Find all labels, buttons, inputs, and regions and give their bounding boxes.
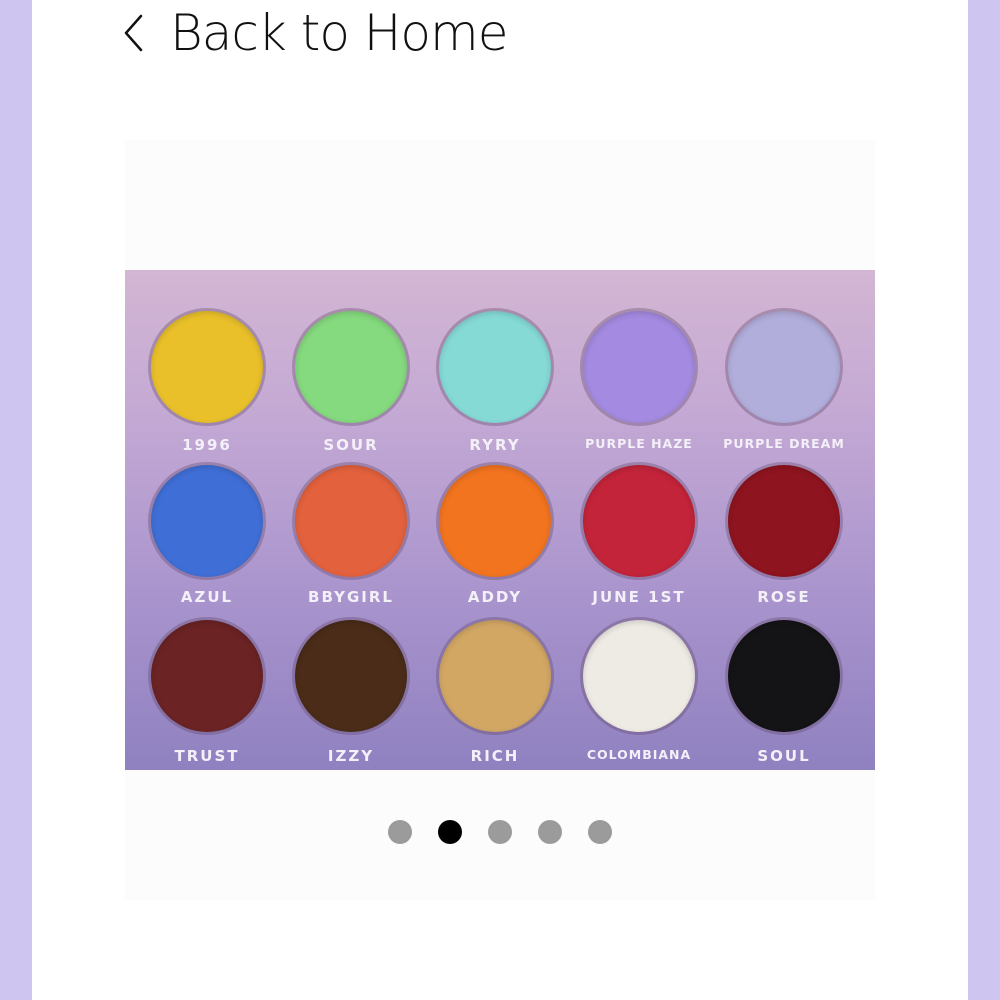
shade-name-label: Bbygirl xyxy=(308,588,394,606)
shade-name-label: Azul xyxy=(180,588,234,606)
shade-pan xyxy=(151,620,263,732)
shade-name-label: Soul xyxy=(757,747,811,765)
screen: Back to Home 1996 Sour RyRy Purple Haze Purp… xyxy=(32,0,968,1000)
carousel-dot[interactable] xyxy=(588,820,612,844)
shade-name-label: Purple Dream xyxy=(723,436,845,451)
shade-pan xyxy=(439,311,551,423)
shade-pan xyxy=(728,620,840,732)
shade-pan xyxy=(728,311,840,423)
shade-name-label: Rich xyxy=(470,747,520,765)
shade-name-label: 1996 xyxy=(182,436,232,454)
shade-pan xyxy=(583,620,695,732)
shade-pan xyxy=(583,311,695,423)
shade-pan xyxy=(295,465,407,577)
shade-pan xyxy=(151,465,263,577)
shade-name-label: Addy xyxy=(467,588,523,606)
shade-pan xyxy=(295,620,407,732)
shade-pan xyxy=(151,311,263,423)
carousel-dot[interactable] xyxy=(388,820,412,844)
shade-name-label: Trust xyxy=(174,747,240,765)
back-to-home-link[interactable]: Back to Home xyxy=(122,4,508,62)
shade-pan xyxy=(583,465,695,577)
carousel-dot[interactable] xyxy=(438,820,462,844)
shade-name-label: June 1st xyxy=(592,588,686,606)
chevron-left-icon xyxy=(122,13,144,53)
carousel-dot[interactable] xyxy=(488,820,512,844)
shade-name-label: RyRy xyxy=(469,436,521,454)
carousel-dot[interactable] xyxy=(538,820,562,844)
carousel-pagination xyxy=(125,820,875,844)
product-image-carousel[interactable]: 1996 Sour RyRy Purple Haze Purple Dream Azul B… xyxy=(125,140,875,900)
shade-pan xyxy=(728,465,840,577)
shade-pan xyxy=(295,311,407,423)
shade-name-label: Sour xyxy=(323,436,379,454)
shade-name-label: Purple Haze xyxy=(585,436,693,451)
shade-name-label: Colombiana xyxy=(586,747,692,762)
shade-pan xyxy=(439,465,551,577)
back-link-label: Back to Home xyxy=(170,4,508,62)
shade-pan xyxy=(439,620,551,732)
eyeshadow-palette-image: 1996 Sour RyRy Purple Haze Purple Dream Azul B… xyxy=(125,270,875,770)
shade-name-label: Rose xyxy=(757,588,811,606)
shade-name-label: Izzy xyxy=(327,747,375,765)
